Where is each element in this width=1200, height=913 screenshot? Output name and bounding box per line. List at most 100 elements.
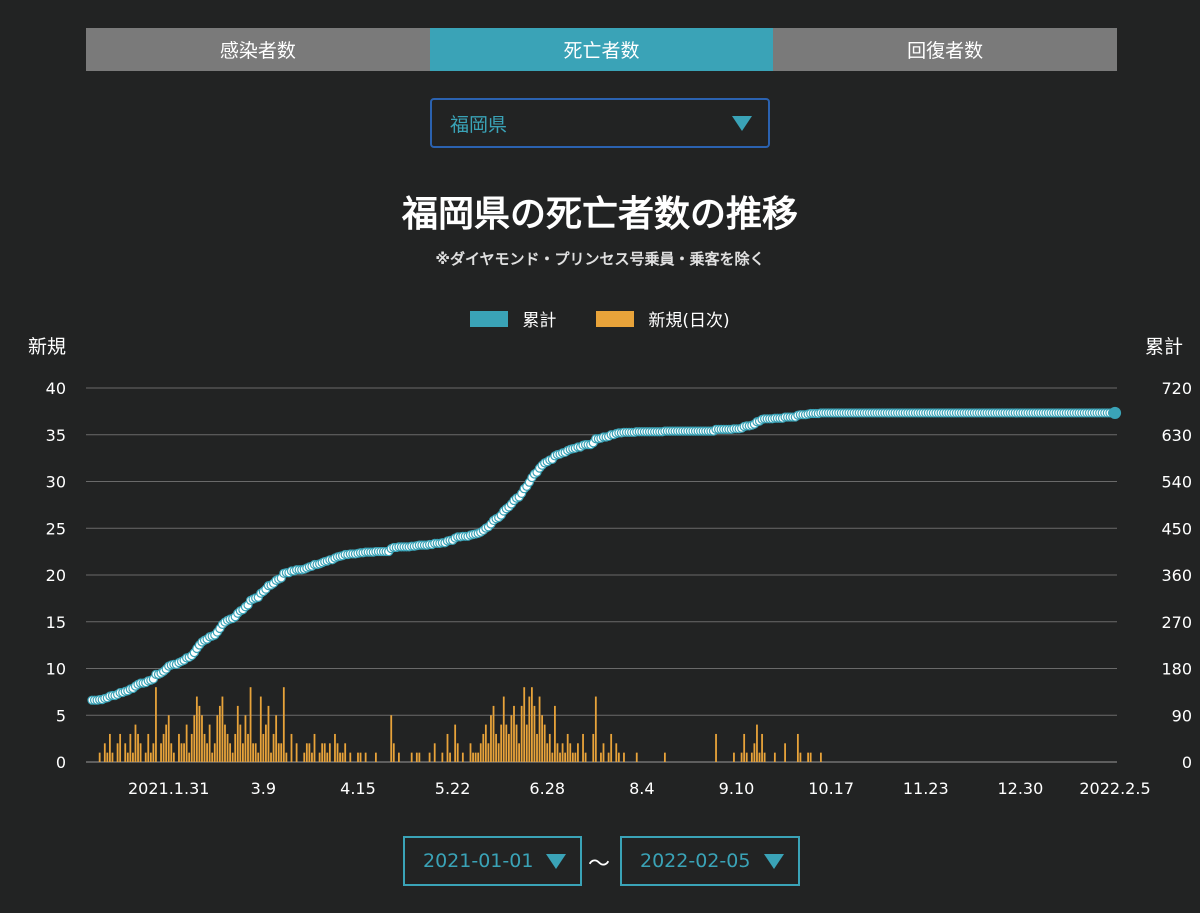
y-right-tick-label: 450 (1161, 519, 1192, 538)
daily-bar (556, 743, 559, 762)
daily-bar (290, 733, 293, 762)
daily-bar (799, 752, 802, 762)
daily-bar (249, 687, 252, 762)
daily-bar (98, 752, 101, 762)
daily-bar (265, 724, 267, 762)
daily-bar (134, 724, 137, 762)
daily-bar (129, 733, 132, 762)
y-left-tick-label: 5 (56, 706, 66, 725)
daily-bar (282, 687, 285, 762)
daily-bar (198, 705, 201, 762)
daily-bar (226, 733, 229, 762)
y-left-tick-label: 35 (46, 426, 66, 445)
x-tick-label: 8.4 (629, 779, 654, 798)
x-tick-label: 2021.1.31 (128, 779, 209, 798)
daily-bar (743, 733, 746, 762)
start-date-select[interactable]: 2021-01-01 (403, 836, 582, 886)
y-right-tick-label: 180 (1161, 660, 1192, 679)
daily-bar (502, 696, 505, 762)
daily-bar (252, 743, 255, 762)
daily-bar (339, 752, 341, 762)
daily-bar (137, 733, 139, 762)
daily-bar (323, 743, 326, 762)
daily-bar (155, 687, 157, 762)
daily-bar (615, 743, 618, 762)
daily-bar (449, 752, 451, 762)
daily-bar (756, 724, 758, 762)
daily-bar (733, 752, 735, 762)
date-range-separator: 〜 (588, 852, 611, 877)
daily-bar (285, 752, 288, 762)
daily-bar (415, 752, 418, 762)
daily-bar (469, 743, 472, 762)
daily-bar (106, 752, 109, 762)
daily-bar (543, 724, 546, 762)
y-left-tick-label: 30 (46, 473, 66, 492)
daily-bar (584, 752, 587, 762)
daily-bar (195, 696, 198, 762)
daily-bar (523, 687, 526, 762)
daily-bar (267, 705, 270, 762)
daily-bar (398, 752, 400, 762)
daily-bar (623, 752, 625, 762)
cumulative-line (92, 411, 1115, 702)
daily-bar (203, 733, 206, 762)
daily-bar (239, 724, 242, 762)
daily-bar (592, 733, 595, 762)
daily-bar (441, 752, 444, 762)
daily-bar (533, 705, 536, 762)
daily-bar (229, 743, 232, 762)
daily-bar (582, 733, 584, 762)
start-date-dropdown-icon (546, 853, 566, 869)
daily-bar (270, 752, 272, 762)
daily-bar (484, 724, 487, 762)
daily-bar (610, 733, 613, 762)
daily-bar (745, 752, 748, 762)
x-tick-label: 12.30 (997, 779, 1043, 798)
daily-bar (546, 743, 549, 762)
daily-bar (635, 752, 638, 762)
start-date-value: 2021-01-01 (423, 850, 534, 872)
daily-bar (410, 752, 413, 762)
daily-bar (753, 743, 756, 762)
daily-bar (663, 752, 666, 762)
daily-bar (510, 715, 513, 762)
daily-bar (819, 752, 822, 762)
daily-bar (566, 733, 569, 762)
daily-bar (561, 743, 564, 762)
x-tick-label: 2022.2.5 (1079, 779, 1150, 798)
y-left-tick-label: 25 (46, 519, 66, 538)
daily-bar (418, 752, 421, 762)
daily-bar (132, 752, 134, 762)
daily-bar (308, 743, 311, 762)
daily-bar (477, 752, 480, 762)
daily-bar (190, 733, 193, 762)
daily-bar (257, 752, 260, 762)
daily-bar (564, 752, 567, 762)
x-tick-label: 6.28 (529, 779, 565, 798)
y-right-tick-label: 90 (1172, 706, 1192, 725)
daily-bar (236, 705, 239, 762)
daily-bar (178, 733, 180, 762)
daily-bar (807, 752, 809, 762)
daily-bar (193, 715, 196, 762)
daily-bar (495, 733, 497, 762)
y-left-tick-label: 20 (46, 566, 66, 585)
daily-bar (103, 743, 106, 762)
end-date-select[interactable]: 2022-02-05 (620, 836, 800, 886)
daily-bar (357, 752, 359, 762)
daily-bar (525, 724, 528, 762)
daily-bar (162, 733, 165, 762)
x-tick-label: 10.17 (808, 779, 854, 798)
daily-bar (109, 733, 111, 762)
daily-bar (247, 733, 249, 762)
daily-bar (344, 743, 347, 762)
end-date-dropdown-icon (764, 853, 784, 869)
daily-bar (518, 743, 520, 762)
daily-bar (520, 705, 523, 762)
daily-bar (259, 696, 262, 762)
daily-bar (262, 733, 265, 762)
daily-bar (221, 696, 224, 762)
daily-bar (446, 733, 449, 762)
y-right-tick-label: 270 (1161, 613, 1192, 632)
